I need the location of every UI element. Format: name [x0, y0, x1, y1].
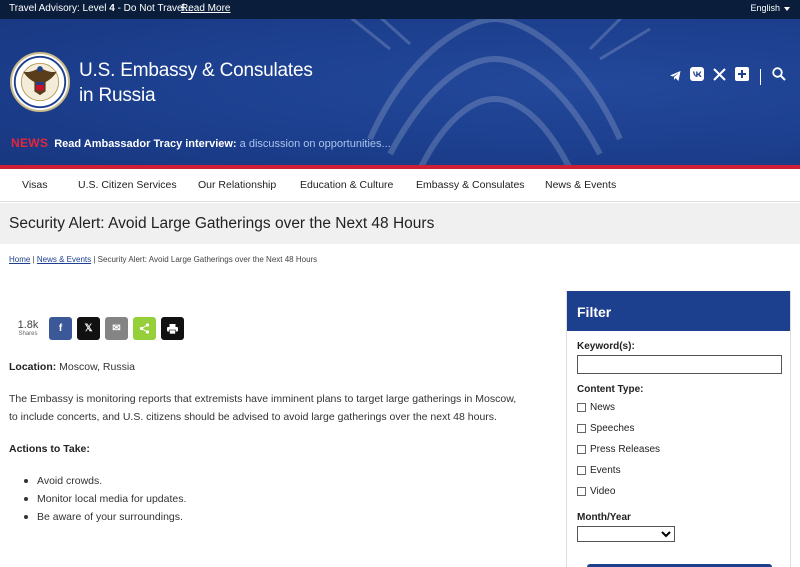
actions-heading: Actions to Take:: [9, 443, 90, 455]
twitter-share-button[interactable]: 𝕏: [77, 317, 100, 340]
news-label: NEWS: [11, 136, 49, 150]
search-icon[interactable]: [772, 67, 786, 86]
month-year-select[interactable]: [577, 526, 675, 542]
content-type-speeches-option[interactable]: Speeches: [577, 418, 780, 439]
travel-advisory-bar: Travel Advisory: Level 4 - Do Not Travel…: [0, 0, 800, 19]
nav-item-news-events[interactable]: News & Events: [545, 179, 616, 191]
news-headline[interactable]: Read Ambassador Tracy interview:: [54, 138, 236, 150]
language-selector[interactable]: English: [750, 3, 790, 13]
site-title[interactable]: U.S. Embassy & Consulates in Russia: [79, 58, 313, 108]
breadcrumb-news-events[interactable]: News & Events: [37, 255, 91, 264]
print-icon: [167, 323, 178, 334]
sharethis-share-button[interactable]: [133, 317, 156, 340]
news-subtext[interactable]: a discussion on opportunities...: [237, 138, 391, 150]
vk-icon[interactable]: [690, 67, 704, 86]
nav-item-education-culture[interactable]: Education & Culture: [300, 179, 393, 191]
news-ticker[interactable]: NEWS Read Ambassador Tracy interview: a d…: [11, 136, 391, 150]
x-icon: 𝕏: [84, 323, 93, 334]
facebook-icon: f: [58, 323, 63, 334]
keyword-input[interactable]: [577, 355, 782, 374]
social-links: [670, 67, 786, 86]
actions-list: Avoid crowds. Monitor local media for up…: [9, 472, 524, 526]
keyword-label: Keyword(s):: [577, 341, 635, 352]
nav-item-our-relationship[interactable]: Our Relationship: [198, 179, 276, 191]
filter-panel: Filter Keyword(s): Content Type: News Sp…: [566, 291, 791, 567]
article-body: Location: Moscow, Russia The Embassy is …: [9, 358, 524, 526]
main-nav: Visas U.S. Citizen Services Our Relation…: [0, 169, 800, 202]
social-divider: [760, 68, 761, 85]
alert-paragraph: The Embassy is monitoring reports that e…: [9, 393, 517, 423]
facebook-share-button[interactable]: f: [49, 317, 72, 340]
nav-item-citizen-services[interactable]: U.S. Citizen Services: [78, 179, 177, 191]
press-releases-checkbox[interactable]: [577, 445, 586, 454]
site-title-line2: in Russia: [79, 85, 156, 106]
news-checkbox[interactable]: [577, 403, 586, 412]
content-type-news-option[interactable]: News: [577, 397, 780, 418]
content-type-events-option[interactable]: Events: [577, 460, 780, 481]
telegram-icon[interactable]: [670, 68, 681, 86]
list-item: Monitor local media for updates.: [9, 490, 524, 508]
nav-item-visas[interactable]: Visas: [22, 179, 48, 191]
filter-heading: Filter: [567, 291, 790, 331]
plus-icon[interactable]: [735, 67, 749, 86]
print-share-button[interactable]: [161, 317, 184, 340]
share-icon: [139, 323, 150, 334]
location-line: Location: Moscow, Russia: [9, 361, 136, 373]
list-item: Be aware of your surroundings.: [9, 508, 524, 526]
breadcrumb-home[interactable]: Home: [9, 255, 30, 264]
site-header: U.S. Embassy & Consulates in Russia NEWS…: [0, 19, 800, 165]
share-bar: 1.8k Shares f 𝕏 ✉: [14, 317, 184, 340]
video-checkbox[interactable]: [577, 487, 586, 496]
advisory-read-more-link[interactable]: Read More: [181, 3, 230, 14]
content-type-video-option[interactable]: Video: [577, 481, 780, 502]
breadcrumb-current: Security Alert: Avoid Large Gatherings o…: [97, 255, 318, 264]
breadcrumb: Home | News & Events | Security Alert: A…: [9, 255, 318, 264]
nav-item-embassy-consulates[interactable]: Embassy & Consulates: [416, 179, 525, 191]
speeches-checkbox[interactable]: [577, 424, 586, 433]
page-title: Security Alert: Avoid Large Gatherings o…: [9, 215, 435, 232]
email-share-button[interactable]: ✉: [105, 317, 128, 340]
advisory-text: Travel Advisory: Level 4 - Do Not Travel…: [9, 3, 194, 14]
chevron-down-icon: [784, 6, 790, 11]
content-type-press-releases-option[interactable]: Press Releases: [577, 439, 780, 460]
page-title-band: Security Alert: Avoid Large Gatherings o…: [0, 203, 800, 244]
site-title-line1: U.S. Embassy & Consulates: [79, 60, 313, 81]
x-icon[interactable]: [713, 67, 726, 86]
content-type-label: Content Type:: [577, 384, 644, 395]
list-item: Avoid crowds.: [9, 472, 524, 490]
share-count: 1.8k Shares: [17, 319, 39, 338]
email-icon: ✉: [112, 323, 121, 334]
month-year-label: Month/Year: [577, 512, 631, 523]
embassy-seal-logo[interactable]: [10, 52, 70, 112]
events-checkbox[interactable]: [577, 466, 586, 475]
